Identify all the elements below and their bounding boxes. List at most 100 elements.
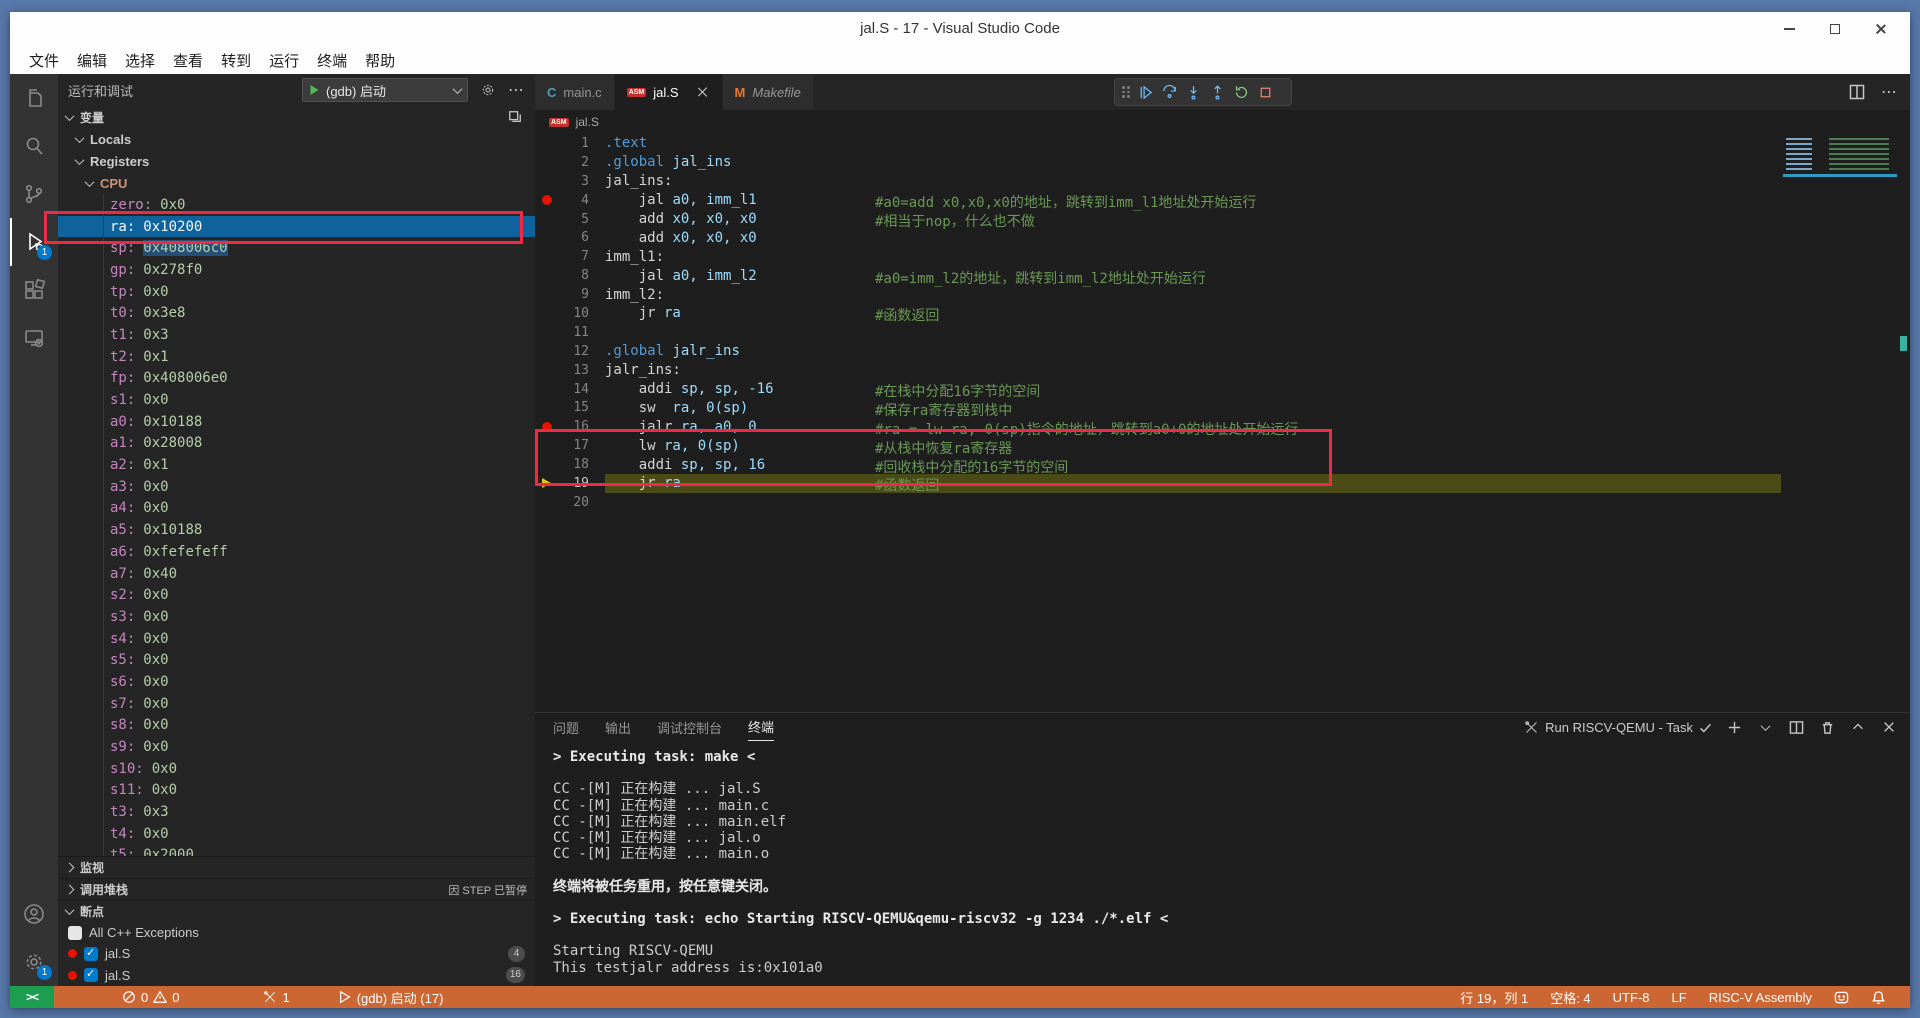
collapse-all-icon[interactable] [505,107,525,127]
title-bar[interactable]: jal.S - 17 - Visual Studio Code [10,12,1910,46]
registers-tree-item[interactable]: Registers [58,150,535,172]
menu-item[interactable]: 选择 [116,50,164,71]
breakpoint-list-item[interactable]: All C++ Exceptions [58,922,535,943]
register-row[interactable]: a3: 0x0 [58,476,535,498]
search-icon[interactable] [10,122,58,170]
register-row[interactable]: s9: 0x0 [58,736,535,758]
launch-config-dropdown[interactable]: (gdb) 启动 [302,78,468,102]
register-row[interactable]: t3: 0x3 [58,801,535,823]
code-line[interactable]: 6 add x0, x0, x0 [535,228,1910,247]
debug-session-status[interactable]: (gdb) 启动 (17) [338,988,443,1007]
register-row[interactable]: zero: 0x0 [58,194,535,216]
close-icon[interactable] [696,85,710,99]
minimize-button[interactable] [1766,12,1812,46]
extensions-icon[interactable] [10,266,58,314]
terminal-task-selector[interactable]: Run RISCV-QEMU - Task [1524,720,1712,735]
code-line[interactable]: 16 jalr ra, a0, 0 #ra = lw ra, 0(sp)指令的地址… [535,417,1910,438]
code-line[interactable]: 7 imm_l1: [535,247,1910,266]
register-row[interactable]: a5: 0x10188 [58,519,535,541]
register-row[interactable]: s10: 0x0 [58,758,535,780]
code-line[interactable]: 5 add x0, x0, x0 #相当于nop，什么也不做 [535,210,1910,230]
register-row[interactable]: s3: 0x0 [58,606,535,628]
register-row[interactable]: s1: 0x0 [58,389,535,411]
register-row[interactable]: t0: 0x3e8 [58,302,535,324]
register-row[interactable]: a2: 0x1 [58,454,535,476]
tab-main-c[interactable]: C main.c [535,74,615,110]
code-line[interactable]: 4 jal a0, imm_l1 #a0=add x0,x0,x0的地址，跳转到i… [535,191,1910,211]
tab-jal-s[interactable]: ASM jal.S [614,74,723,110]
cursor-position-status[interactable]: 行 19，列 1 [1460,988,1528,1007]
code-line[interactable]: 20 [535,493,1910,512]
maximize-panel-icon[interactable] [1849,718,1867,736]
menu-item[interactable]: 运行 [260,50,308,71]
code-line[interactable]: 11 [535,323,1910,342]
code-line[interactable]: 10 jr ra #函数返回 [535,304,1910,324]
step-over-icon[interactable] [1157,80,1181,104]
register-row[interactable]: a0: 0x10188 [58,411,535,433]
code-line[interactable]: 17 lw ra, 0(sp) #从栈中恢复ra寄存器 [535,436,1910,457]
restart-icon[interactable] [1229,80,1253,104]
tab-debug-console[interactable]: 调试控制台 [657,713,722,741]
more-actions-icon[interactable]: ⋯ [508,80,525,100]
tab-output[interactable]: 输出 [605,713,631,741]
register-row[interactable]: sp: 0x408006c0 [58,237,535,259]
notifications-bell-icon[interactable] [1871,990,1886,1005]
account-icon[interactable] [10,890,58,938]
step-into-icon[interactable] [1181,80,1205,104]
register-row[interactable]: a1: 0x28008 [58,433,535,455]
continue-icon[interactable] [1133,80,1157,104]
breakpoints-section-header[interactable]: 断点 [58,900,535,922]
breakpoint-checkbox[interactable] [68,925,82,940]
breakpoint-dot[interactable] [542,421,552,432]
running-tasks-status[interactable]: 1 [263,990,290,1005]
menu-item[interactable]: 编辑 [68,50,116,71]
register-row[interactable]: s8: 0x0 [58,715,535,737]
tab-terminal[interactable]: 终端 [748,713,775,741]
eol-status[interactable]: LF [1672,990,1687,1005]
menu-item[interactable]: 查看 [164,50,212,71]
register-row[interactable]: tp: 0x0 [58,281,535,303]
language-mode-status[interactable]: RISC-V Assembly [1709,990,1812,1005]
toolbar-drag-handle[interactable] [1119,83,1133,101]
breakpoint-checkbox[interactable] [84,967,98,983]
tab-makefile[interactable]: M Makefile [722,74,814,110]
locals-tree-item[interactable]: Locals [58,128,535,150]
split-editor-icon[interactable] [1847,82,1867,102]
breadcrumb[interactable]: ASM jal.S [535,110,1910,134]
cpu-tree-item[interactable]: CPU [58,172,535,194]
explorer-icon[interactable] [10,74,58,122]
debug-settings-gear-icon[interactable] [478,80,498,100]
indentation-status[interactable]: 空格: 4 [1550,988,1590,1007]
feedback-icon[interactable] [1834,990,1849,1005]
source-control-icon[interactable] [10,170,58,218]
code-line[interactable]: 18 addi sp, sp, 16 #回收栈中分配的16字节的空间 [535,455,1910,476]
variables-section-header[interactable]: 变量 [58,106,535,128]
close-panel-icon[interactable] [1880,718,1898,736]
code-line[interactable]: 15 sw ra, 0(sp) #保存ra寄存器到栈中 [535,398,1910,419]
call-stack-section-header[interactable]: 调用堆栈 因 STEP 已暂停 [58,878,535,900]
maximize-button[interactable] [1812,12,1858,46]
register-row[interactable]: t4: 0x0 [58,823,535,845]
code-line[interactable]: 14 addi sp, sp, -16 #在栈中分配16字节的空间 [535,380,1910,400]
register-row[interactable]: s2: 0x0 [58,584,535,606]
new-terminal-icon[interactable] [1725,718,1743,736]
register-row[interactable]: t5: 0x2000 [58,845,535,856]
register-row[interactable]: gp: 0x278f0 [58,259,535,281]
code-editor[interactable]: 1 .text 2 .global jal_ins 3 jal_ins: 4 j… [535,134,1910,712]
code-line[interactable]: 19 jr ra #函数返回 [535,474,1910,494]
watch-section-header[interactable]: 监视 [58,856,535,878]
problems-status[interactable]: 0 0 [122,990,179,1005]
register-row[interactable]: t1: 0x3 [58,324,535,346]
breakpoint-dot[interactable] [542,195,552,206]
register-row[interactable]: s6: 0x0 [58,671,535,693]
register-row[interactable]: s4: 0x0 [58,628,535,650]
remote-indicator[interactable]: >< [10,986,54,1008]
code-line[interactable]: 9 imm_l2: [535,285,1910,304]
register-row[interactable]: a6: 0xfefefeff [58,541,535,563]
kill-terminal-icon[interactable] [1818,718,1836,736]
code-line[interactable]: 1 .text [535,134,1910,153]
settings-gear-icon[interactable]: 1 [10,938,58,986]
terminal-dropdown-icon[interactable] [1756,718,1774,736]
breakpoint-list-item[interactable]: jal.S 16 [58,965,535,986]
menu-item[interactable]: 帮助 [356,50,404,71]
